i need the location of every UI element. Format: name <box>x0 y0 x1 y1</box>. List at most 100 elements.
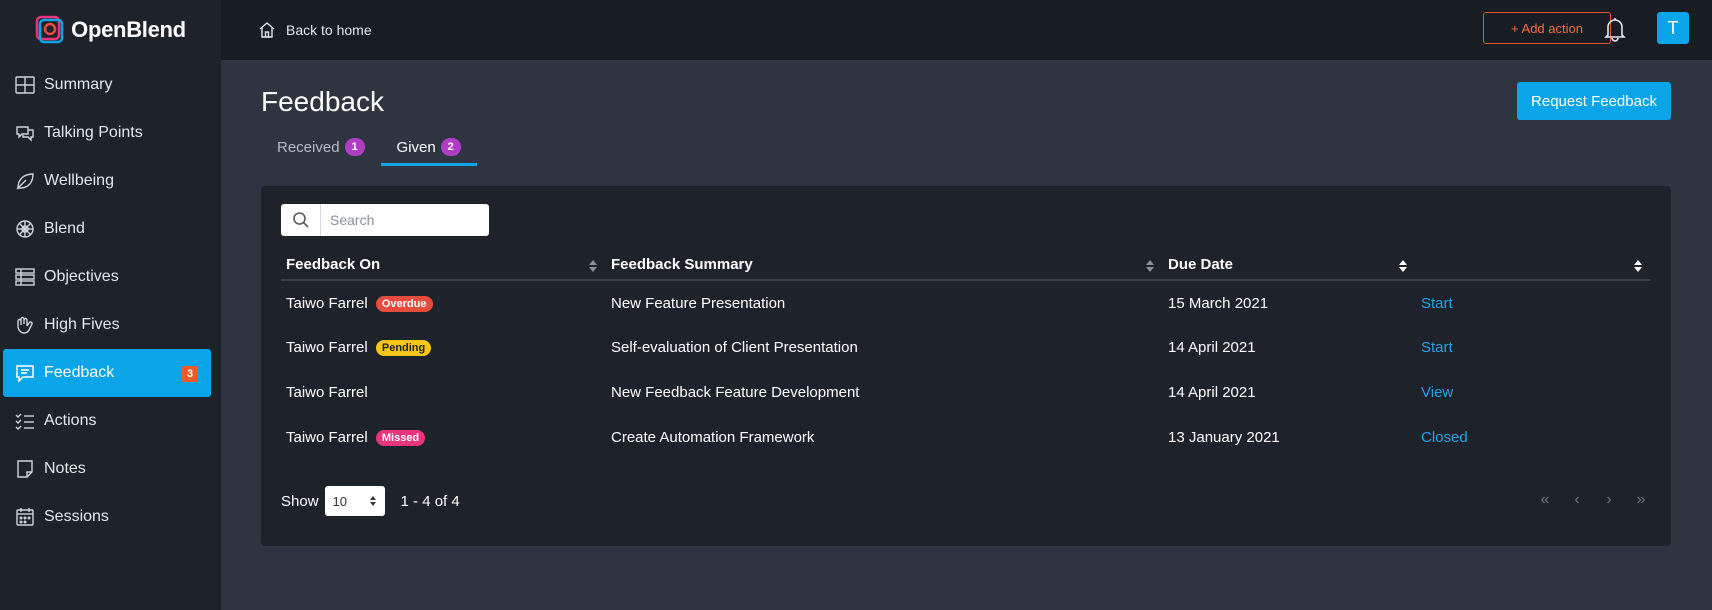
page-title: Feedback <box>261 86 384 117</box>
status-badge: Pending <box>375 340 432 356</box>
feedback-table-card: Feedback On Feedback Summary Due Date Ta… <box>261 186 1671 546</box>
status-badge: Overdue <box>375 295 433 312</box>
app-logo[interactable]: OpenBlend <box>0 0 221 60</box>
tab-received[interactable]: Received 1 <box>261 128 381 166</box>
page-size-select[interactable]: 10 <box>324 486 385 516</box>
checklist-icon <box>14 410 36 432</box>
tab-count-badge: 1 <box>344 138 365 156</box>
next-page-icon[interactable]: › <box>1599 490 1619 510</box>
due-date-cell: 14 April 2021 <box>1168 384 1256 401</box>
person-name: Taiwo Farrel <box>286 384 368 401</box>
previous-page-icon[interactable]: ‹ <box>1567 490 1587 510</box>
column-header-label: Feedback Summary <box>611 256 753 273</box>
due-date-cell: 13 January 2021 <box>1168 429 1280 446</box>
table-row: Taiwo Farrel Overdue New Feature Present… <box>281 280 1651 325</box>
select-arrows-icon <box>369 496 376 506</box>
sidebar-item-high-fives[interactable]: High Fives <box>0 301 221 349</box>
feedback-icon <box>14 362 36 384</box>
status-badge: Missed <box>375 430 426 446</box>
sidebar-item-label: Objectives <box>44 268 119 285</box>
grid-icon <box>14 74 36 96</box>
sidebar-item-label: Summary <box>44 76 113 93</box>
user-avatar[interactable]: T <box>1657 12 1689 44</box>
row-action-link[interactable]: Start <box>1421 295 1453 312</box>
sidebar-item-label: Feedback <box>44 364 115 381</box>
last-page-icon[interactable]: » <box>1631 490 1651 510</box>
search-box <box>281 204 489 236</box>
feedback-on-cell: Taiwo Farrel Missed <box>281 415 606 460</box>
high-five-icon <box>14 314 36 336</box>
chat-bubbles-icon <box>14 122 36 144</box>
table-row: Taiwo Farrel Missed Create Automation Fr… <box>281 415 1651 460</box>
sidebar-item-summary[interactable]: Summary <box>0 61 221 109</box>
sort-icon <box>1399 260 1407 272</box>
feedback-tabs: Received 1 Given 2 <box>261 128 477 166</box>
feedback-on-cell: Taiwo Farrel <box>281 370 606 415</box>
table-header-row: Feedback On Feedback Summary Due Date <box>281 250 1651 281</box>
feedback-on-cell: Taiwo Farrel Pending <box>281 325 606 370</box>
column-header-due-date[interactable]: Due Date <box>1163 250 1416 281</box>
column-header-feedback-on[interactable]: Feedback On <box>281 250 606 281</box>
home-icon <box>259 22 275 38</box>
tab-count-badge: 2 <box>440 138 461 156</box>
column-header-feedback-summary[interactable]: Feedback Summary <box>606 250 1163 281</box>
summary-cell: Self-evaluation of Client Presentation <box>611 339 858 356</box>
notifications-bell-icon[interactable] <box>1600 14 1630 44</box>
sidebar-item-feedback[interactable]: Feedback 3 <box>3 349 211 397</box>
sidebar-item-actions[interactable]: Actions <box>0 397 221 445</box>
column-header-action[interactable] <box>1416 250 1651 281</box>
row-action-link[interactable]: View <box>1421 384 1453 401</box>
due-date-cell: 15 March 2021 <box>1168 294 1269 312</box>
row-action-link[interactable]: Closed <box>1421 429 1468 446</box>
tab-label: Given <box>396 138 436 156</box>
add-action-button[interactable]: + Add action <box>1483 12 1611 44</box>
request-feedback-button[interactable]: Request Feedback <box>1517 82 1671 120</box>
person-name: Taiwo Farrel <box>286 339 368 356</box>
sidebar: OpenBlend Summary Talking Points Wellbei… <box>0 0 221 610</box>
show-label: Show <box>281 492 319 510</box>
sort-icon <box>1146 260 1154 272</box>
feedback-on-cell: Taiwo Farrel Overdue <box>281 280 606 325</box>
row-action-link[interactable]: Start <box>1421 339 1453 356</box>
objectives-icon <box>14 266 36 288</box>
sort-icon <box>589 260 597 272</box>
search-input[interactable] <box>321 212 481 228</box>
tab-label: Received <box>277 138 340 156</box>
column-header-label: Feedback On <box>286 256 381 273</box>
table-row: Taiwo Farrel New Feedback Feature Develo… <box>281 370 1651 415</box>
page-size-control: Show 10 1 - 4 of 4 <box>281 486 460 516</box>
top-bar: Back to home + Add action T <box>221 0 1712 60</box>
calendar-icon <box>14 506 36 528</box>
sidebar-item-label: Notes <box>44 460 86 477</box>
note-icon <box>14 458 36 480</box>
first-page-icon[interactable]: « <box>1535 490 1555 510</box>
app-name: OpenBlend <box>71 17 186 42</box>
sidebar-item-label: Talking Points <box>44 124 143 141</box>
sort-icon <box>1634 260 1642 272</box>
person-name: Taiwo Farrel <box>286 429 368 446</box>
openblend-logo-icon <box>35 15 64 44</box>
sidebar-item-talking-points[interactable]: Talking Points <box>0 109 221 157</box>
summary-cell: Create Automation Framework <box>611 429 815 446</box>
blend-icon <box>14 218 36 240</box>
person-name: Taiwo Farrel <box>286 294 368 312</box>
back-to-home-label: Back to home <box>286 22 372 38</box>
tab-given[interactable]: Given 2 <box>380 128 477 166</box>
sidebar-item-sessions[interactable]: Sessions <box>0 493 221 541</box>
leaf-icon <box>14 170 36 192</box>
sidebar-item-label: Sessions <box>44 508 109 525</box>
summary-cell: New Feedback Feature Development <box>611 384 860 401</box>
sidebar-item-label: Actions <box>44 412 97 429</box>
sidebar-item-objectives[interactable]: Objectives <box>0 253 221 301</box>
sidebar-item-notes[interactable]: Notes <box>0 445 221 493</box>
pagination-range: 1 - 4 of 4 <box>400 492 460 510</box>
sidebar-item-label: High Fives <box>44 316 120 333</box>
sidebar-item-wellbeing[interactable]: Wellbeing <box>0 157 221 205</box>
search-icon <box>281 204 321 236</box>
table-row: Taiwo Farrel Pending Self-evaluation of … <box>281 325 1651 370</box>
sidebar-item-label: Blend <box>44 220 85 237</box>
sidebar-item-blend[interactable]: Blend <box>0 205 221 253</box>
sidebar-item-label: Wellbeing <box>44 172 114 189</box>
back-to-home-link[interactable]: Back to home <box>258 21 372 39</box>
feedback-count-badge: 3 <box>182 366 198 382</box>
